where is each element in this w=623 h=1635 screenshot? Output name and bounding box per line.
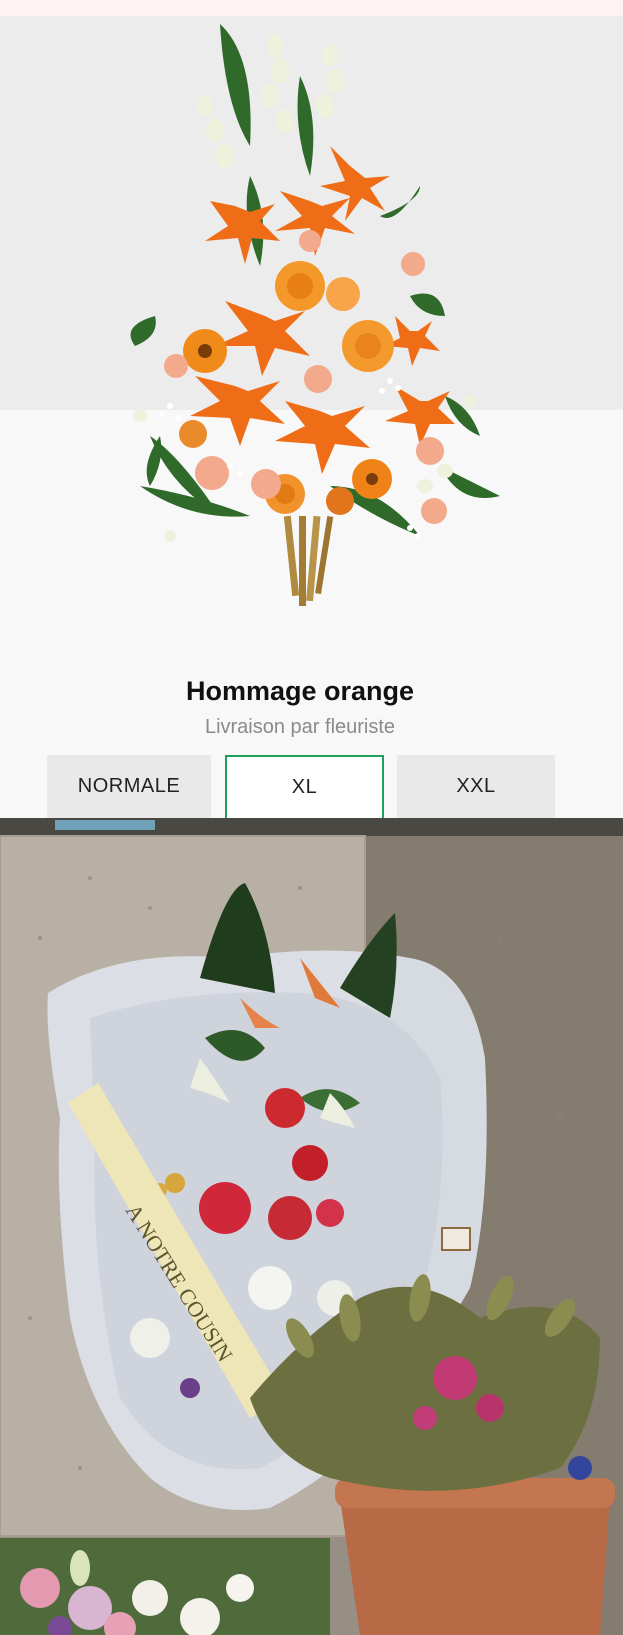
product-subtitle: Livraison par fleuriste [204,716,396,738]
top-strip [0,0,623,16]
bottom-bouquet [0,1538,330,1635]
page: Hommage orange Livraison par fleuriste N… [0,0,623,1635]
product-card: Hommage orange Livraison par fleuriste N… [0,16,623,818]
product-image[interactable] [0,16,623,636]
product-title: Hommage orange [185,676,415,706]
size-option-xl[interactable]: XL [225,755,384,818]
size-option-normale[interactable]: NORMALE [47,755,211,818]
size-option-xxl[interactable]: XXL [397,755,555,818]
bouquet-stems [283,515,334,606]
delivery-photo[interactable]: A NOTRE COUSIN [0,818,623,1635]
